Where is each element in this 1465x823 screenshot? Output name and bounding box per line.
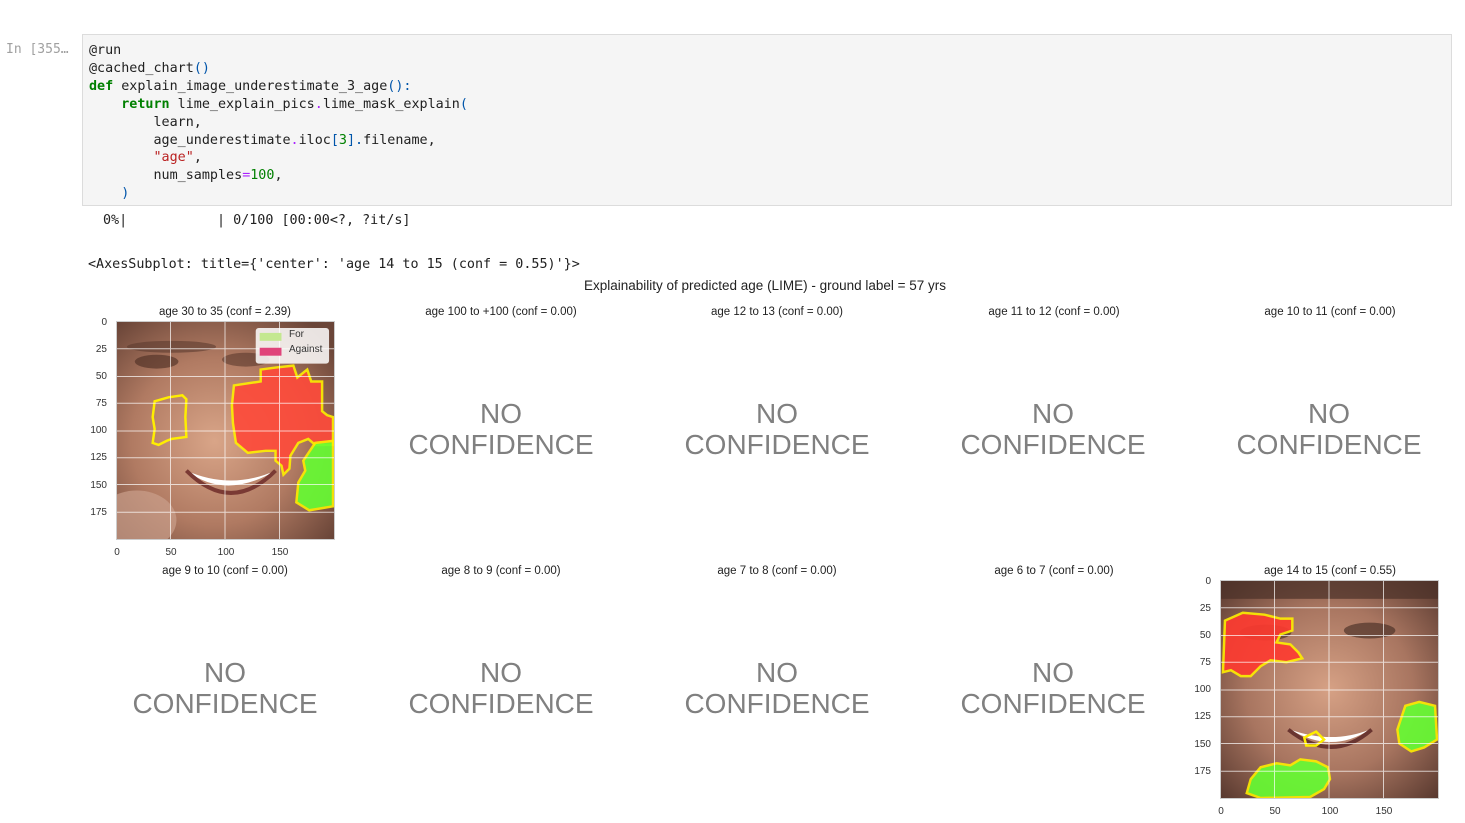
figure-title: Explainability of predicted age (LIME) -… <box>583 278 947 293</box>
no-confidence-text: NO CONFIDENCE <box>960 398 1146 460</box>
no-confidence-text: NO CONFIDENCE <box>684 398 870 460</box>
no-confidence-text: NO CONFIDENCE <box>408 657 594 719</box>
code-line: def explain_image_underestimate_3_age(): <box>89 78 412 94</box>
y-tick: 75 <box>95 398 107 409</box>
code-cell[interactable]: @run @cached_chart() def explain_image_u… <box>82 34 1452 206</box>
x-tick: 150 <box>1375 806 1393 817</box>
progress-status: | 0/100 [00:00<?, ?it/s] <box>217 213 411 228</box>
x-tick: 0 <box>1218 806 1224 817</box>
no-confidence-text: NO CONFIDENCE <box>684 657 870 719</box>
code-line: @run <box>89 43 122 58</box>
y-tick: 25 <box>1199 603 1211 614</box>
no-confidence-text: NO CONFIDENCE <box>408 398 594 460</box>
subplot-title: age 8 to 9 (conf = 0.00) <box>441 565 561 577</box>
subplot-title: age 12 to 13 (conf = 0.00) <box>710 306 844 318</box>
subplot-title: age 14 to 15 (conf = 0.55) <box>1263 565 1397 577</box>
x-tick: 150 <box>271 547 289 558</box>
y-tick: 50 <box>95 371 107 382</box>
subplot-title: age 100 to +100 (conf = 0.00) <box>425 306 577 318</box>
y-tick: 175 <box>90 507 107 518</box>
code-line: num_samples=100, <box>89 168 283 184</box>
code-line: age_underestimate.iloc[3].filename, <box>89 132 436 148</box>
legend-label-for: For <box>289 329 304 340</box>
x-tick: 100 <box>1321 806 1339 817</box>
y-tick: 25 <box>95 344 107 355</box>
subplot-title: age 10 to 11 (conf = 0.00) <box>1264 306 1396 318</box>
y-tick: 150 <box>90 480 107 491</box>
code-line: return lime_explain_pics.lime_mask_expla… <box>121 96 468 112</box>
subplot-title: age 7 to 8 (conf = 0.00) <box>717 565 837 577</box>
code-editor[interactable]: @run @cached_chart() def explain_image_u… <box>89 42 468 203</box>
y-tick: 0 <box>1205 576 1211 587</box>
y-tick: 100 <box>90 425 107 436</box>
x-tick: 0 <box>114 547 120 558</box>
y-tick: 100 <box>1194 684 1211 695</box>
y-tick: 125 <box>90 452 107 463</box>
code-line: @cached_chart() <box>89 60 210 76</box>
subplot-title: age 9 to 10 (conf = 0.00) <box>162 565 288 577</box>
subplot-title: age 6 to 7 (conf = 0.00) <box>994 565 1114 577</box>
axes-repr: <AxesSubplot: title={'center': 'age 14 t… <box>88 257 580 272</box>
progress-percent: 0%| <box>103 213 128 228</box>
x-tick: 100 <box>217 547 235 558</box>
face-explanation-image <box>1220 580 1439 799</box>
no-confidence-text: NO CONFIDENCE <box>1236 398 1422 460</box>
cell-prompt: In [355… <box>6 42 69 57</box>
y-tick: 0 <box>101 317 107 328</box>
subplot-title: age 11 to 12 (conf = 0.00) <box>988 306 1120 318</box>
y-tick: 50 <box>1199 630 1211 641</box>
y-tick: 175 <box>1194 766 1211 777</box>
y-tick: 125 <box>1194 711 1211 722</box>
code-line: learn, <box>89 114 202 130</box>
x-tick: 50 <box>165 547 177 558</box>
no-confidence-text: NO CONFIDENCE <box>132 657 318 719</box>
code-line: ) <box>89 186 130 202</box>
y-tick: 150 <box>1194 739 1211 750</box>
legend-label-against: Against <box>289 344 323 355</box>
code-line: "age", <box>153 150 202 166</box>
subplot-title: age 30 to 35 (conf = 2.39) <box>158 306 292 318</box>
x-tick: 50 <box>1269 806 1281 817</box>
no-confidence-text: NO CONFIDENCE <box>960 657 1146 719</box>
y-tick: 75 <box>1199 657 1211 668</box>
